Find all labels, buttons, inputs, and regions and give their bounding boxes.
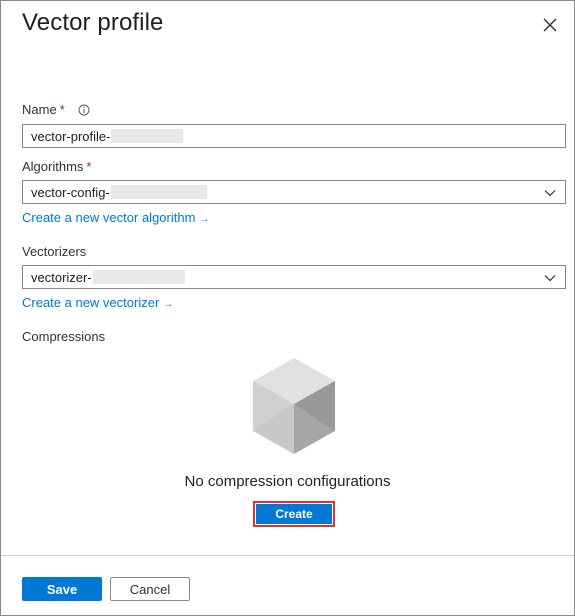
panel-title: Vector profile: [22, 9, 164, 36]
empty-state-message: No compression configurations: [184, 473, 391, 490]
save-button[interactable]: Save: [22, 577, 102, 601]
required-marker: *: [59, 102, 65, 117]
close-icon[interactable]: [540, 15, 560, 35]
create-compression-button[interactable]: Create: [256, 504, 332, 524]
redacted-text: [111, 129, 184, 143]
compressions-label: Compressions: [22, 329, 106, 344]
create-button-highlight: Create: [253, 501, 335, 527]
create-vectorizer-link-text: Create a new vectorizer: [22, 295, 160, 310]
required-marker: *: [86, 159, 92, 174]
algorithms-dropdown[interactable]: vector-config-: [22, 180, 566, 204]
algorithms-label-text: Algorithms: [22, 159, 84, 174]
cancel-button[interactable]: Cancel: [110, 577, 190, 601]
create-vectorizer-link[interactable]: Create a new vectorizer →: [22, 295, 173, 310]
name-label-text: Name: [22, 102, 57, 117]
chevron-down-icon: [544, 190, 556, 197]
name-input-value: vector-profile-: [31, 128, 111, 144]
redacted-text: [110, 185, 207, 199]
algorithms-dropdown-value: vector-config-: [31, 184, 110, 200]
redacted-text: [92, 270, 185, 284]
chevron-down-icon: [544, 275, 556, 282]
name-label: Name *: [22, 102, 90, 117]
info-icon[interactable]: [78, 104, 90, 116]
create-vector-algorithm-link[interactable]: Create a new vector algorithm →: [22, 210, 209, 225]
vectorizers-dropdown-value: vectorizer-: [31, 269, 92, 285]
arrow-right-icon: →: [199, 214, 210, 225]
vector-profile-panel: Vector profile Name * vector-profile- Alg…: [0, 0, 575, 616]
create-vector-algorithm-link-text: Create a new vector algorithm: [22, 210, 196, 225]
algorithms-label: Algorithms *: [22, 159, 91, 174]
footer-divider: [1, 555, 574, 556]
cube-icon: [253, 358, 335, 454]
vectorizers-dropdown[interactable]: vectorizer-: [22, 265, 566, 289]
arrow-right-icon: →: [163, 299, 174, 310]
name-input[interactable]: vector-profile-: [22, 124, 566, 148]
vectorizers-label: Vectorizers: [22, 244, 87, 259]
